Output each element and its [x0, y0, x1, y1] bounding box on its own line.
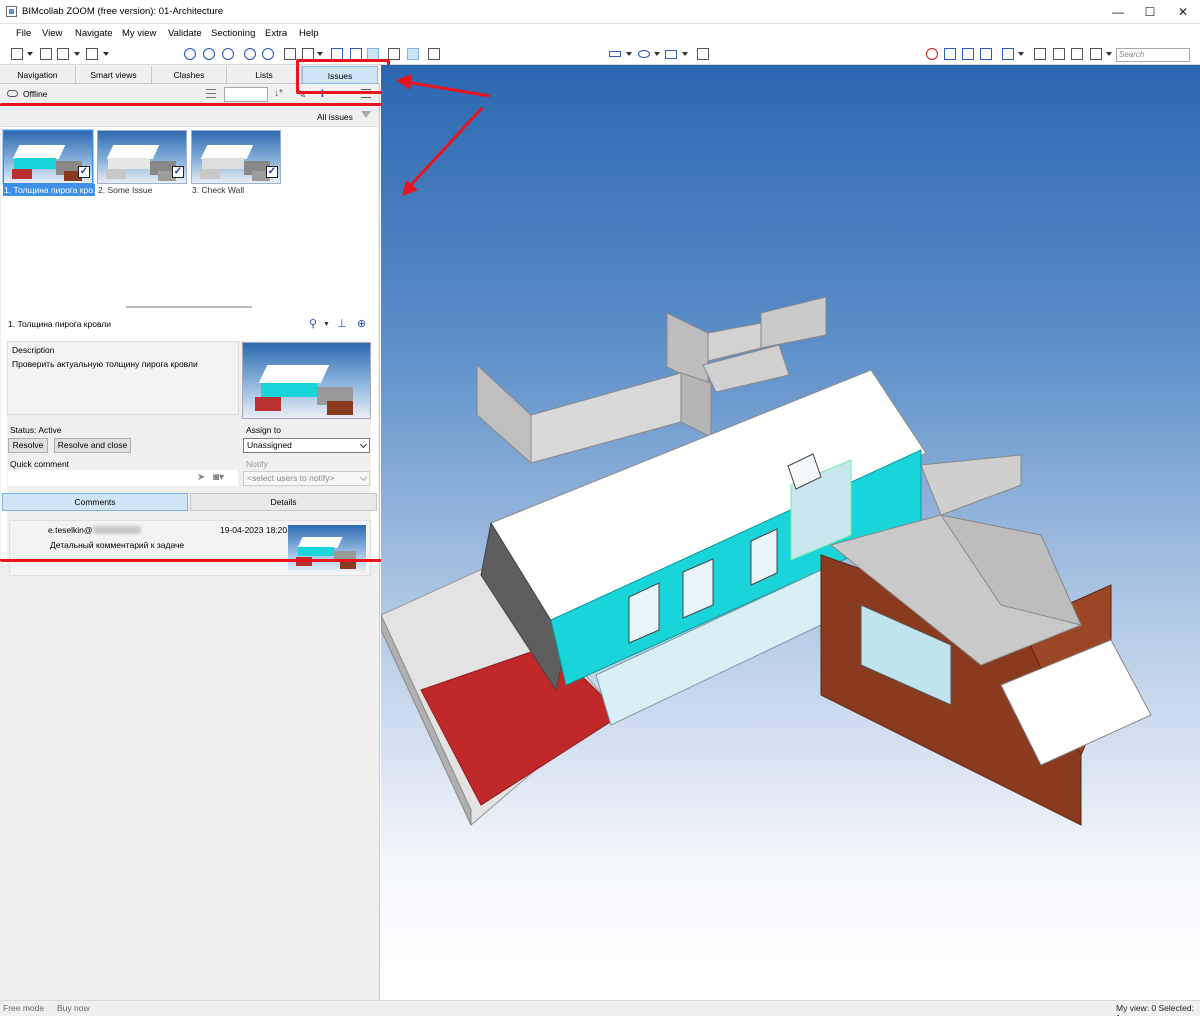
arrow-head-icon — [402, 180, 418, 196]
annotation-arrows — [396, 74, 491, 196]
view-selection-info: My view: 0 Selected: 1 — [1116, 1003, 1194, 1016]
status-bar: Free mode Buy now My view: 0 Selected: 1 — [0, 1000, 1200, 1016]
mode-label: Free mode — [3, 1003, 45, 1013]
arrow-head-icon — [396, 74, 412, 90]
buy-now-link[interactable]: Buy now — [57, 1003, 90, 1013]
